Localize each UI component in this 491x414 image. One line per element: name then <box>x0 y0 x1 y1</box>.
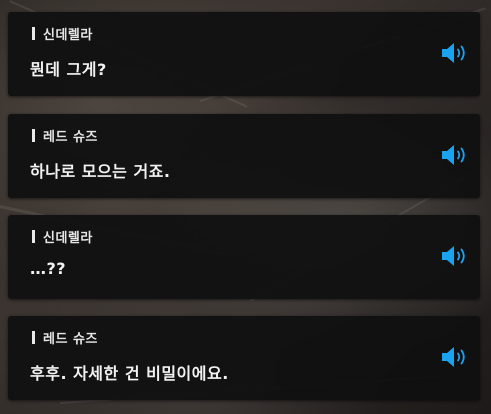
speaker-volume-icon <box>442 347 465 367</box>
speaker-volume-icon <box>442 246 465 266</box>
speaker-volume-icon <box>442 145 465 165</box>
speaker-name: 신데렐라 <box>43 230 93 246</box>
play-voice-button[interactable] <box>440 142 470 168</box>
speaker-name: 신데렐라 <box>43 27 93 43</box>
dialogue-entry: 신데렐라 뭔데 그게? <box>8 12 480 96</box>
speaker-label: 신데렐라 <box>32 25 93 43</box>
speaker-name: 레드 슈즈 <box>43 129 98 145</box>
play-voice-button[interactable] <box>440 243 470 269</box>
dialogue-entry: 신데렐라 …?? <box>8 215 480 299</box>
speaker-label: 신데렐라 <box>32 228 93 246</box>
speaker-marker <box>32 229 35 243</box>
dialogue-text: 뭔데 그게? <box>30 60 107 79</box>
play-voice-button[interactable] <box>440 40 470 66</box>
speaker-label: 레드 슈즈 <box>32 329 98 347</box>
speaker-label: 레드 슈즈 <box>32 127 98 145</box>
play-voice-button[interactable] <box>440 344 470 370</box>
speaker-name: 레드 슈즈 <box>43 331 98 347</box>
dialogue-entry: 레드 슈즈 후후. 자세한 건 비밀이에요. <box>8 316 480 400</box>
dialogue-text: 후후. 자세한 건 비밀이에요. <box>30 364 229 383</box>
speaker-marker <box>32 26 35 40</box>
dialogue-log: 신데렐라 뭔데 그게? 레드 슈즈 하나로 모으는 거죠. 신데렐라 …?? 레… <box>0 0 491 414</box>
dialogue-text: …?? <box>30 259 67 278</box>
speaker-marker <box>32 128 35 142</box>
dialogue-entry: 레드 슈즈 하나로 모으는 거죠. <box>8 114 480 198</box>
dialogue-text: 하나로 모으는 거죠. <box>30 162 171 181</box>
speaker-volume-icon <box>442 43 465 63</box>
speaker-marker <box>32 330 35 344</box>
